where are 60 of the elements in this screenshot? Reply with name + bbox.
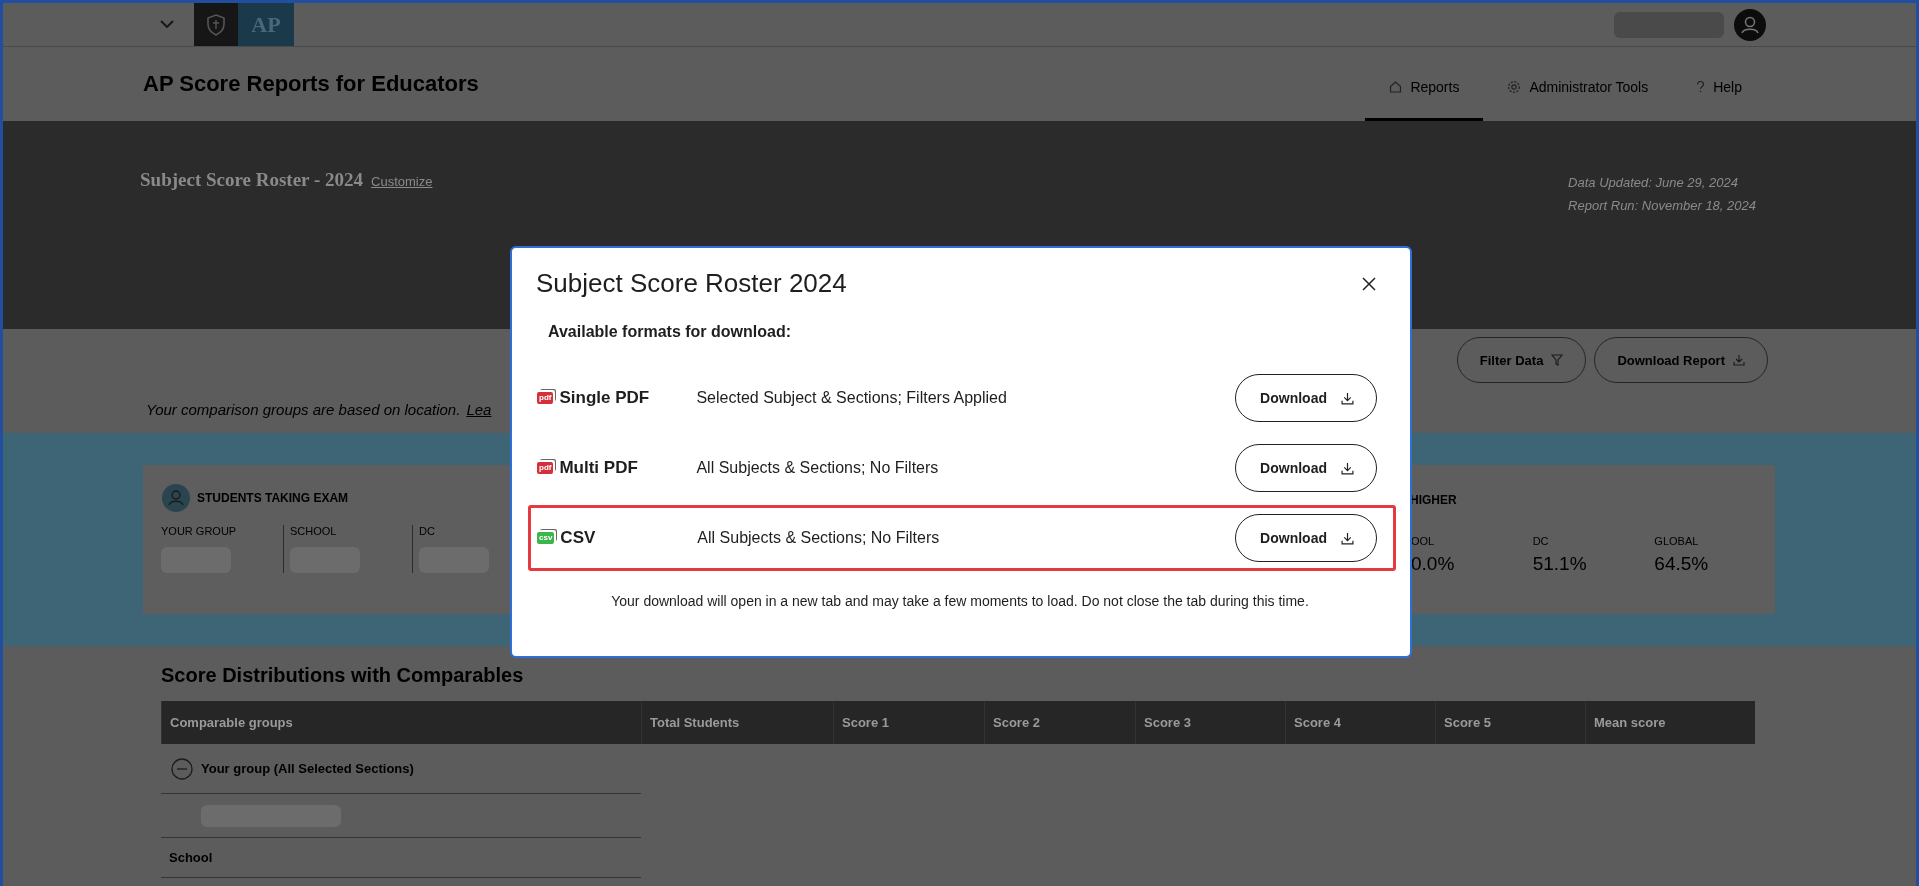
- column-label: DC: [1532, 535, 1550, 547]
- column-label: SCHOOL: [290, 525, 338, 537]
- dialog-subtitle: Available formats for download:: [548, 323, 792, 341]
- file-type-icon: pdf: [537, 392, 554, 404]
- section-title: Score Distributions with Comparables: [161, 664, 525, 687]
- column-header: Score 4: [1285, 701, 1435, 744]
- collapse-icon[interactable]: [171, 757, 193, 780]
- stat-value: 51.1%: [1532, 553, 1588, 575]
- data-updated-text: Data Updated: June 29, 2024: [1568, 175, 1739, 190]
- download-button[interactable]: Download: [1235, 444, 1377, 492]
- nav-tab[interactable]: Help: [1672, 47, 1766, 121]
- column-header: Score 3: [1135, 701, 1285, 744]
- dialog-title: Subject Score Roster 2024: [536, 268, 847, 299]
- stat-value: 0.0%: [1411, 553, 1456, 575]
- column-header: Mean score: [1585, 701, 1755, 744]
- customize-link[interactable]: Customize: [371, 174, 433, 189]
- format-description: All Subjects & Sections; No Filters: [696, 459, 939, 477]
- shield-icon: [206, 13, 226, 36]
- filter-icon: [1551, 354, 1564, 366]
- table-cell: Your group (All Selected Sections): [201, 761, 414, 776]
- column-label: DC: [419, 525, 436, 537]
- comparison-note: Your comparison groups are based on location.: [146, 401, 461, 418]
- column-label: OOL: [1411, 535, 1436, 547]
- column-header: Score 1: [833, 701, 984, 744]
- format-name: Multi PDF: [559, 458, 639, 478]
- person-icon: [161, 483, 191, 513]
- column-header: Comparable groups: [161, 701, 641, 744]
- download-icon: [1341, 391, 1354, 405]
- column-header: Total Students: [641, 701, 833, 744]
- file-type-icon: csv: [537, 532, 555, 544]
- dialog-note: Your download will open in a new tab and may take a few moments to load. Do not close the tab during this time.: [610, 593, 1310, 609]
- chevron-down-icon[interactable]: [160, 20, 174, 29]
- help-icon: [1696, 80, 1706, 93]
- format-name: Single PDF: [559, 388, 651, 408]
- table-cell: School: [169, 850, 213, 865]
- format-description: All Subjects & Sections; No Filters: [697, 529, 940, 547]
- column-label: YOUR GROUP: [161, 525, 238, 537]
- download-icon: [1341, 461, 1354, 475]
- settings-icon: [1507, 79, 1522, 94]
- nav-tab[interactable]: Administrator Tools: [1483, 47, 1673, 121]
- card-title: HIGHER: [1410, 493, 1458, 507]
- format-name: CSV: [560, 528, 597, 548]
- user-avatar-icon[interactable]: [1734, 8, 1766, 41]
- download-button[interactable]: Download: [1235, 514, 1377, 562]
- learn-link[interactable]: Lea: [466, 401, 492, 418]
- column-label: GLOBAL: [1654, 535, 1700, 547]
- download-button[interactable]: Download: [1235, 374, 1377, 422]
- file-type-icon: pdf: [537, 462, 554, 474]
- column-header: Score 2: [984, 701, 1135, 744]
- close-icon[interactable]: [1362, 276, 1376, 291]
- card-title: STUDENTS TAKING EXAM: [197, 491, 349, 505]
- stat-value: 64.5%: [1654, 553, 1710, 575]
- column-header: Score 5: [1435, 701, 1585, 744]
- download-icon: [1733, 354, 1745, 366]
- download-icon: [1341, 531, 1354, 545]
- report-run-text: Report Run: November 18, 2024: [1568, 198, 1756, 213]
- home-icon: [1389, 80, 1403, 93]
- report-title: Subject Score Roster - 2024: [140, 169, 364, 191]
- page-title: AP Score Reports for Educators: [143, 71, 479, 97]
- format-description: Selected Subject & Sections; Filters Applied: [696, 389, 1007, 407]
